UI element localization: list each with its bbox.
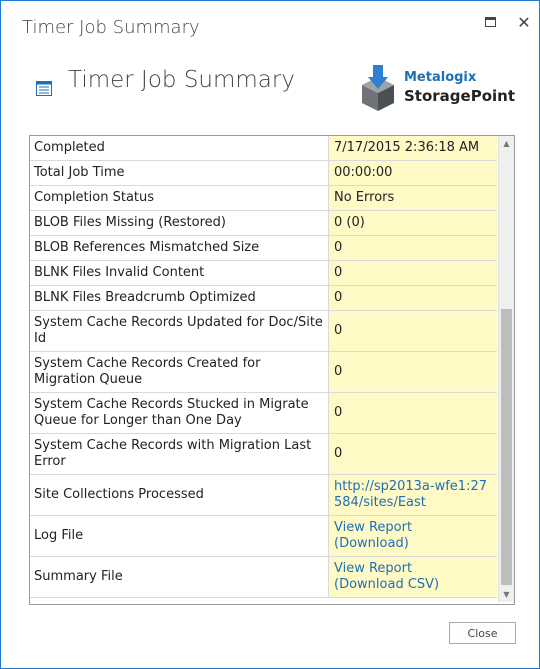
- table-row: System Cache Records with Migration Last…: [30, 434, 497, 475]
- row-label: System Cache Records Stucked in Migrate …: [30, 393, 329, 433]
- table-row: BLOB References Mismatched Size 0: [30, 236, 497, 261]
- site-collection-link[interactable]: http://sp2013a-wfe1:27584/sites/East: [334, 479, 487, 510]
- row-value: No Errors: [329, 186, 497, 210]
- row-value: 0: [329, 236, 497, 260]
- row-label: System Cache Records Updated for Doc/Sit…: [30, 311, 329, 351]
- row-value: 0 (0): [329, 211, 497, 235]
- row-label: Site Collections Processed: [30, 475, 329, 515]
- row-value: 0: [329, 286, 497, 310]
- download-link[interactable]: (Download CSV): [334, 577, 439, 592]
- row-label: Completed: [30, 136, 329, 160]
- maximize-icon[interactable]: [482, 13, 502, 33]
- row-value: 0: [329, 352, 497, 392]
- row-value: 00:00:00: [329, 161, 497, 185]
- row-label: BLOB Files Missing (Restored): [30, 211, 329, 235]
- storagepoint-logo-icon: [362, 65, 394, 111]
- row-label: System Cache Records Created for Migrati…: [30, 352, 329, 392]
- row-value: 0: [329, 261, 497, 285]
- table-row: System Cache Records Updated for Doc/Sit…: [30, 311, 497, 352]
- row-label: BLOB References Mismatched Size: [30, 236, 329, 260]
- vertical-scrollbar[interactable]: ▲ ▼: [498, 136, 514, 602]
- table-row: Completion Status No Errors: [30, 186, 497, 211]
- table-row: System Cache Records Stucked in Migrate …: [30, 393, 497, 434]
- row-value: 7/17/2015 2:36:18 AM: [329, 136, 497, 160]
- logo-text-metalogix: Metalogix: [404, 70, 477, 85]
- row-value: 0: [329, 311, 497, 351]
- view-report-link[interactable]: View Report: [334, 561, 412, 576]
- row-label: BLNK Files Breadcrumb Optimized: [30, 286, 329, 310]
- scrollbar-thumb[interactable]: [501, 309, 512, 585]
- row-label: Log File: [30, 516, 329, 556]
- row-value: http://sp2013a-wfe1:27584/sites/East: [329, 475, 497, 515]
- scroll-down-icon[interactable]: ▼: [499, 587, 514, 602]
- view-report-link[interactable]: View Report: [334, 520, 412, 535]
- table-row: System Cache Records Created for Migrati…: [30, 352, 497, 393]
- close-button[interactable]: Close: [449, 622, 516, 644]
- summary-rows: Completed 7/17/2015 2:36:18 AM Total Job T…: [30, 136, 497, 598]
- window-title: Timer Job Summary: [22, 17, 200, 38]
- page-title: Timer Job Summary: [68, 67, 295, 93]
- table-row: BLNK Files Invalid Content 0: [30, 261, 497, 286]
- row-value: 0: [329, 434, 497, 474]
- summary-grid: Completed 7/17/2015 2:36:18 AM Total Job T…: [29, 135, 515, 605]
- row-value: View Report (Download CSV): [329, 557, 497, 597]
- row-value: View Report (Download): [329, 516, 497, 556]
- row-value: 0: [329, 393, 497, 433]
- scroll-up-icon[interactable]: ▲: [499, 136, 514, 151]
- logo-text-storagepoint: StoragePoint: [404, 87, 515, 105]
- row-label: BLNK Files Invalid Content: [30, 261, 329, 285]
- metalogix-logo: Metalogix StoragePoint: [358, 63, 518, 115]
- table-row: Log File View Report (Download): [30, 516, 497, 557]
- table-row: Summary File View Report (Download CSV): [30, 557, 497, 598]
- dialog-window: Timer Job Summary ✕ Timer Job Summary Me…: [0, 0, 540, 669]
- download-link[interactable]: (Download): [334, 536, 409, 551]
- list-icon: [36, 81, 52, 96]
- row-label: System Cache Records with Migration Last…: [30, 434, 329, 474]
- row-label: Completion Status: [30, 186, 329, 210]
- row-label: Summary File: [30, 557, 329, 597]
- row-label: Total Job Time: [30, 161, 329, 185]
- close-icon[interactable]: ✕: [514, 13, 534, 33]
- table-row: Completed 7/17/2015 2:36:18 AM: [30, 136, 497, 161]
- table-row: Site Collections Processed http://sp2013a…: [30, 475, 497, 516]
- table-row: BLOB Files Missing (Restored) 0 (0): [30, 211, 497, 236]
- table-row: BLNK Files Breadcrumb Optimized 0: [30, 286, 497, 311]
- table-row: Total Job Time 00:00:00: [30, 161, 497, 186]
